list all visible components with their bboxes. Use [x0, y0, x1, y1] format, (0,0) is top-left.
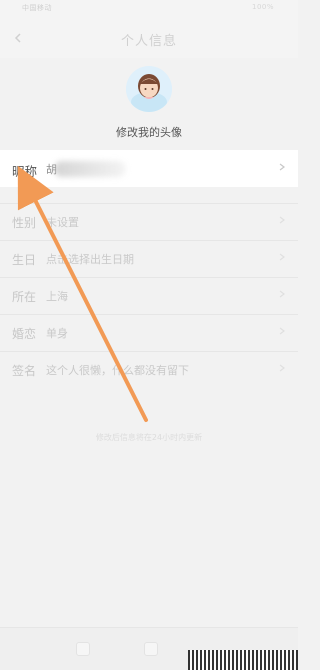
bottom-icon-right[interactable]	[144, 642, 158, 656]
status-label: 婚恋	[12, 327, 37, 341]
chevron-right-icon	[279, 216, 285, 224]
gender-value: 未设置	[46, 216, 79, 229]
top-nav: 个人信息	[0, 14, 298, 58]
signature-row[interactable]: 签名 这个人很懒，什么都没有留下	[0, 351, 298, 388]
corner-noise	[188, 650, 298, 670]
nickname-redaction	[54, 161, 126, 177]
chevron-right-icon	[279, 327, 285, 335]
section-gap	[0, 187, 298, 203]
gender-label: 性别	[12, 216, 37, 230]
status-bar: 中国移动 100%	[0, 0, 298, 14]
footer-hint: 修改后信息将在24小时内更新	[95, 433, 203, 442]
status-row[interactable]: 婚恋 单身	[0, 314, 298, 351]
chevron-right-icon	[279, 290, 285, 298]
birthday-value: 点击选择出生日期	[46, 253, 134, 266]
page-title: 个人信息	[120, 34, 177, 49]
signature-value: 这个人很懒，什么都没有留下	[46, 364, 189, 377]
birthday-label: 生日	[12, 253, 37, 267]
gender-row[interactable]: 性别 未设置	[0, 203, 298, 240]
birthday-row[interactable]: 生日 点击选择出生日期	[0, 240, 298, 277]
location-label: 所在	[12, 290, 37, 304]
location-value: 上海	[46, 290, 68, 303]
avatar[interactable]	[126, 66, 172, 112]
avatar-section: 修改我的头像	[0, 58, 298, 150]
chevron-right-icon	[279, 163, 285, 171]
bottom-bar	[0, 627, 298, 670]
status-value: 单身	[46, 327, 68, 340]
profile-list: 昵称 胡 性别 未设置 生日 点击选择出生日期 所在 上海 婚恋 单身 签名 这…	[0, 150, 298, 388]
bottom-icon-left[interactable]	[76, 642, 90, 656]
signature-label: 签名	[12, 364, 37, 378]
avatar-image	[126, 66, 172, 112]
carrier-text: 中国移动	[22, 4, 52, 12]
chevron-right-icon	[279, 364, 285, 372]
battery-text: 100%	[251, 3, 274, 11]
chevron-right-icon	[279, 253, 285, 261]
location-row[interactable]: 所在 上海	[0, 277, 298, 314]
nickname-label: 昵称	[12, 164, 38, 179]
change-avatar-label[interactable]: 修改我的头像	[0, 124, 298, 140]
nickname-row[interactable]: 昵称 胡	[0, 150, 298, 187]
